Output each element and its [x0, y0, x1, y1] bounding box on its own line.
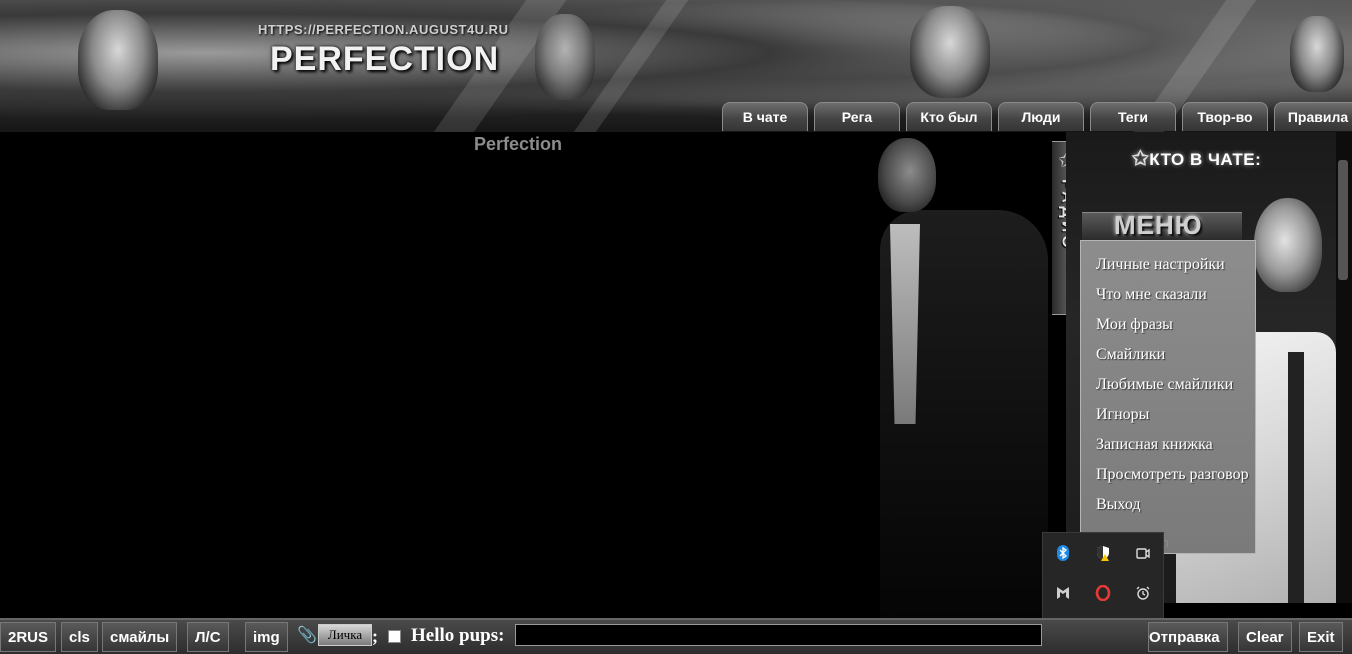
private-message-button[interactable]: Л/С — [187, 622, 229, 652]
bluetooth-icon[interactable] — [1043, 533, 1083, 573]
chat-title: Perfection — [474, 134, 563, 154]
alarm-clock-icon[interactable] — [1123, 573, 1163, 613]
translit-2rus-button[interactable]: 2RUS — [0, 622, 57, 652]
menu-title: МЕНЮ — [1114, 210, 1203, 240]
site-url: HTTPS://PERFECTION.AUGUST4U.RU — [258, 22, 509, 37]
who-in-chat-title: ✩КТО В ЧАТЕ: — [1132, 146, 1261, 171]
exit-button[interactable]: Exit — [1299, 622, 1343, 652]
mcafee-icon[interactable] — [1043, 573, 1083, 613]
sidebar-scroll-thumb[interactable] — [1338, 160, 1348, 280]
menu-item-ignores[interactable]: Игноры — [1096, 406, 1249, 436]
menu-item-favorite-smileys[interactable]: Любимые смайлики — [1096, 376, 1249, 406]
header-banner: HTTPS://PERFECTION.AUGUST4U.RU PERFECTIO… — [0, 0, 1352, 132]
site-logo: PERFECTION — [270, 40, 500, 78]
menu-item-smileys[interactable]: Смайлики — [1096, 346, 1249, 376]
menu-item-what-they-said[interactable]: Что мне сказали — [1096, 286, 1249, 316]
menu-item-my-phrases[interactable]: Мои фразы — [1096, 316, 1249, 346]
clear-button[interactable]: Clear — [1238, 622, 1292, 652]
tab-registration[interactable]: Рега — [814, 102, 900, 131]
nickname-label: Hello pups: — [411, 625, 505, 646]
paperclip-icon[interactable]: 📎 — [297, 624, 317, 646]
image-button[interactable]: img — [245, 622, 288, 652]
nav-tabs: В чате Рега Кто был Люди Теги Твор-во Пр… — [722, 102, 1352, 132]
opera-icon[interactable] — [1083, 573, 1123, 613]
chat-area: Perfection — [0, 132, 1052, 618]
figure-head — [878, 138, 936, 212]
menu-item-notebook[interactable]: Записная книжка — [1096, 436, 1249, 466]
security-shield-icon[interactable] — [1083, 533, 1123, 573]
tab-tags[interactable]: Теги — [1090, 102, 1176, 131]
banner-portrait — [78, 10, 158, 110]
tab-in-chat[interactable]: В чате — [722, 102, 808, 131]
banner-portrait — [535, 14, 595, 100]
sidebar-figure-tie — [1288, 352, 1304, 603]
sidebar-figure-head — [1254, 198, 1322, 292]
banner-portrait — [1290, 16, 1344, 92]
banner-portrait — [910, 6, 990, 98]
camera-icon[interactable] — [1123, 533, 1163, 573]
tab-creativity[interactable]: Твор-во — [1182, 102, 1268, 131]
menu-list: Личные настройки Что мне сказали Мои фра… — [1096, 256, 1249, 526]
bottom-toolbar: 2RUS cls смайлы Л/С img 📎 Личка ; Hello … — [0, 618, 1352, 654]
menu-item-view-conversation[interactable]: Просмотреть разговор — [1096, 466, 1249, 496]
send-button[interactable]: Отправка — [1148, 622, 1228, 652]
star-icon: ✩ — [1132, 148, 1150, 170]
semicolon-text: ; — [372, 626, 378, 646]
menu-item-personal-settings[interactable]: Личные настройки — [1096, 256, 1249, 286]
message-input[interactable] — [515, 624, 1042, 646]
who-in-chat-label: КТО В ЧАТЕ: — [1149, 150, 1262, 169]
private-checkbox[interactable] — [388, 630, 401, 643]
background-figure — [860, 132, 1050, 618]
clear-screen-button[interactable]: cls — [61, 622, 98, 652]
tab-people[interactable]: Люди — [998, 102, 1084, 131]
smileys-button[interactable]: смайлы — [102, 622, 178, 652]
menu-item-exit[interactable]: Выход — [1096, 496, 1249, 526]
private-chat-button[interactable]: Личка — [318, 624, 372, 646]
tab-who-was[interactable]: Кто был — [906, 102, 992, 131]
tab-rules[interactable]: Правила — [1274, 102, 1352, 131]
figure-shirt — [890, 224, 920, 424]
